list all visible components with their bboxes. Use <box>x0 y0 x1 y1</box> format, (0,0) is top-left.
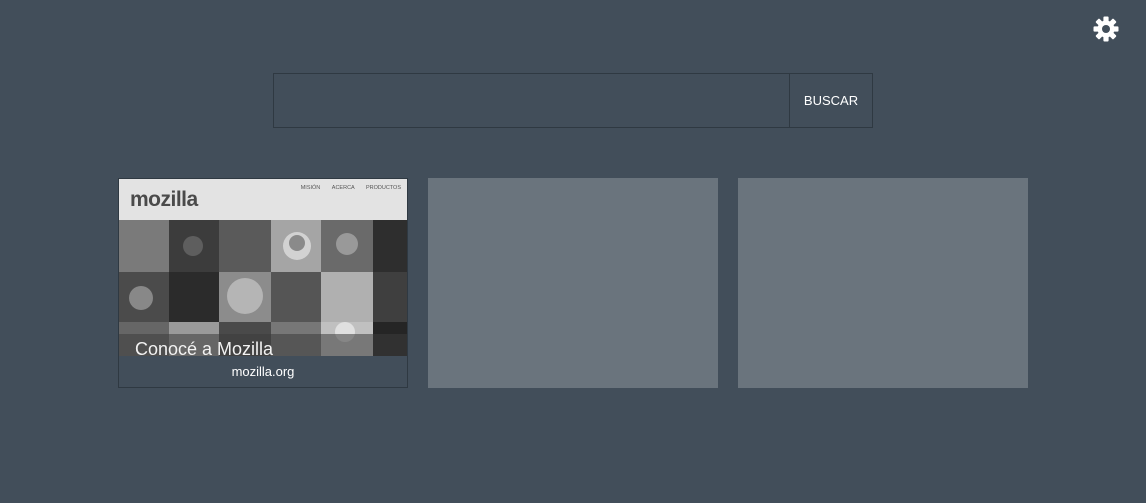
thumbnail-header: mozilla MISIÓN ACERCA PRODUCTOS <box>119 179 407 220</box>
settings-gear-icon[interactable] <box>1093 16 1119 42</box>
search-button[interactable]: BUSCAR <box>789 74 872 127</box>
empty-tile <box>428 178 718 388</box>
thumbnail-nav-item: PRODUCTOS <box>365 185 401 191</box>
thumbnail-nav-item: ACERCA <box>331 185 355 191</box>
thumbnail-nav: MISIÓN ACERCA PRODUCTOS <box>291 185 401 191</box>
top-site-tile[interactable]: mozilla MISIÓN ACERCA PRODUCTOS Conocé a… <box>118 178 408 388</box>
empty-tile <box>738 178 1028 388</box>
search-bar: BUSCAR <box>273 73 873 128</box>
thumbnail-nav-item: MISIÓN <box>300 185 321 191</box>
mozilla-logo: mozilla <box>130 188 198 211</box>
site-thumbnail: mozilla MISIÓN ACERCA PRODUCTOS Conocé a… <box>119 179 407 356</box>
search-input[interactable] <box>274 74 789 127</box>
tile-label: mozilla.org <box>231 364 295 379</box>
thumbnail-caption: Conocé a Mozilla <box>135 339 274 356</box>
